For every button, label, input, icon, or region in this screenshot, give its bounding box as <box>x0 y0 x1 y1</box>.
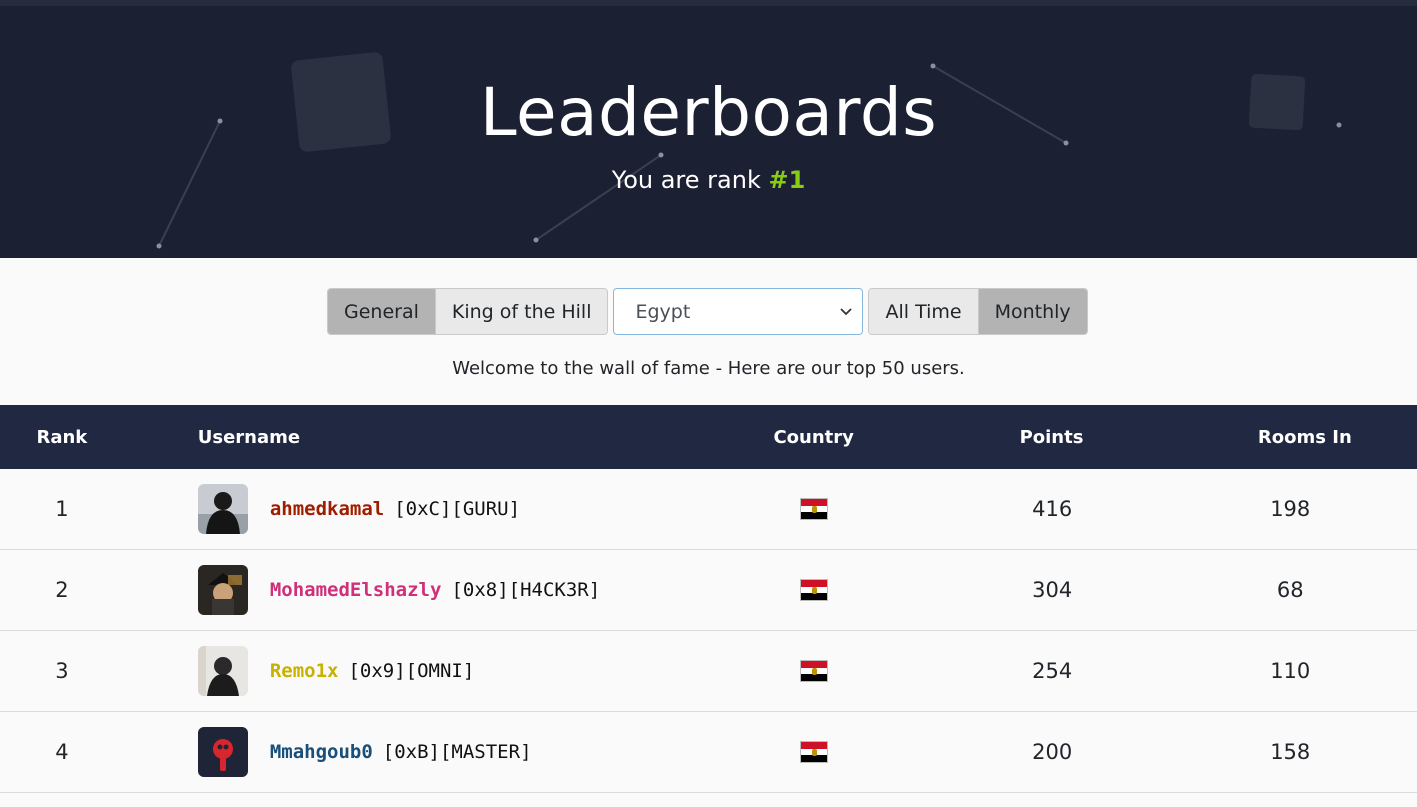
table-row: 4 Mmahgoub0 [0xB][MASTER] 200 158 <box>0 712 1417 793</box>
tab-general[interactable]: General <box>328 289 436 334</box>
username-link[interactable]: Mmahgoub0 <box>270 741 373 763</box>
row-country <box>687 579 941 601</box>
username-link[interactable]: ahmedkamal <box>270 498 384 520</box>
country-select[interactable]: Egypt <box>613 288 864 335</box>
hero-banner: Leaderboards You are rank #1 <box>0 6 1417 258</box>
row-rooms: 110 <box>1270 659 1311 683</box>
row-country <box>687 741 941 763</box>
row-country <box>687 498 941 520</box>
header-country: Country <box>773 426 854 448</box>
table-row: 3 Remo1x [0x9][OMNI] 254 110 <box>0 631 1417 712</box>
row-rooms: 68 <box>1276 578 1304 602</box>
header-rank: Rank <box>36 426 88 448</box>
header-username: Username <box>197 426 301 448</box>
row-rank: 2 <box>55 578 69 602</box>
row-points: 304 <box>1032 578 1073 602</box>
avatar[interactable] <box>197 646 248 696</box>
username: Mmahgoub0 [0xB][MASTER] <box>270 741 532 763</box>
row-rank: 3 <box>55 659 69 683</box>
tab-monthly[interactable]: Monthly <box>978 289 1087 334</box>
user-rank-tag: [0x8][H4CK3R] <box>451 579 601 601</box>
username: ahmedkamal [0xC][GURU] <box>270 498 520 520</box>
username: MohamedElshazly [0x8][H4CK3R] <box>270 579 600 601</box>
row-rooms: 158 <box>1270 740 1311 764</box>
table-row: 1 ahmedkamal [0xC][GURU] 416 198 <box>0 469 1417 550</box>
tab-all-time[interactable]: All Time <box>869 289 979 334</box>
period-tabs: All Time Monthly <box>868 288 1088 335</box>
row-user: MohamedElshazly [0x8][H4CK3R] <box>124 565 688 615</box>
decor-dot <box>533 237 539 243</box>
egypt-flag-icon <box>800 660 829 682</box>
header-rooms: Rooms In <box>1257 426 1352 448</box>
username: Remo1x [0x9][OMNI] <box>270 660 474 682</box>
table-row: 2 MohamedElshazly [0x8][H4CK3R] 304 68 <box>0 550 1417 631</box>
row-country <box>687 660 941 682</box>
rank-value: #1 <box>768 166 806 194</box>
header-points: Points <box>1019 426 1084 448</box>
type-tabs: General King of the Hill <box>327 288 609 335</box>
chevron-down-icon <box>840 304 853 320</box>
country-select-value: Egypt <box>635 300 691 323</box>
row-points: 416 <box>1032 497 1073 521</box>
username-link[interactable]: MohamedElshazly <box>270 579 442 601</box>
avatar[interactable] <box>197 727 248 777</box>
row-rank: 4 <box>55 740 69 764</box>
rank-prefix: You are rank <box>611 166 769 194</box>
avatar[interactable] <box>197 565 248 615</box>
row-user: ahmedkamal [0xC][GURU] <box>124 484 688 534</box>
egypt-flag-icon <box>800 498 829 520</box>
row-rank: 1 <box>55 497 69 521</box>
user-rank-tag: [0xB][MASTER] <box>382 741 532 763</box>
decor-dot <box>156 243 162 249</box>
decor-dot <box>658 152 664 158</box>
user-rank-tag: [0x9][OMNI] <box>348 660 475 682</box>
welcome-text: Welcome to the wall of fame - Here are o… <box>452 358 965 379</box>
row-user: Remo1x [0x9][OMNI] <box>124 646 688 696</box>
row-rooms: 198 <box>1270 497 1311 521</box>
row-points: 200 <box>1032 740 1073 764</box>
leaderboard-table: Rank Username Country Points Rooms In 1 … <box>0 405 1417 793</box>
user-rank-line: You are rank #1 <box>0 166 1417 194</box>
row-points: 254 <box>1032 659 1073 683</box>
row-user: Mmahgoub0 [0xB][MASTER] <box>124 727 688 777</box>
leaderboard-controls: General King of the Hill Egypt All Time … <box>327 288 1088 335</box>
user-rank-tag: [0xC][GURU] <box>394 498 521 520</box>
decor-dot <box>930 63 936 69</box>
username-link[interactable]: Remo1x <box>270 660 339 682</box>
egypt-flag-icon <box>800 579 829 601</box>
table-header: Rank Username Country Points Rooms In <box>0 405 1417 469</box>
page-title: Leaderboards <box>479 74 938 151</box>
avatar[interactable] <box>197 484 248 534</box>
egypt-flag-icon <box>800 741 829 763</box>
tab-king-of-the-hill[interactable]: King of the Hill <box>435 289 608 334</box>
